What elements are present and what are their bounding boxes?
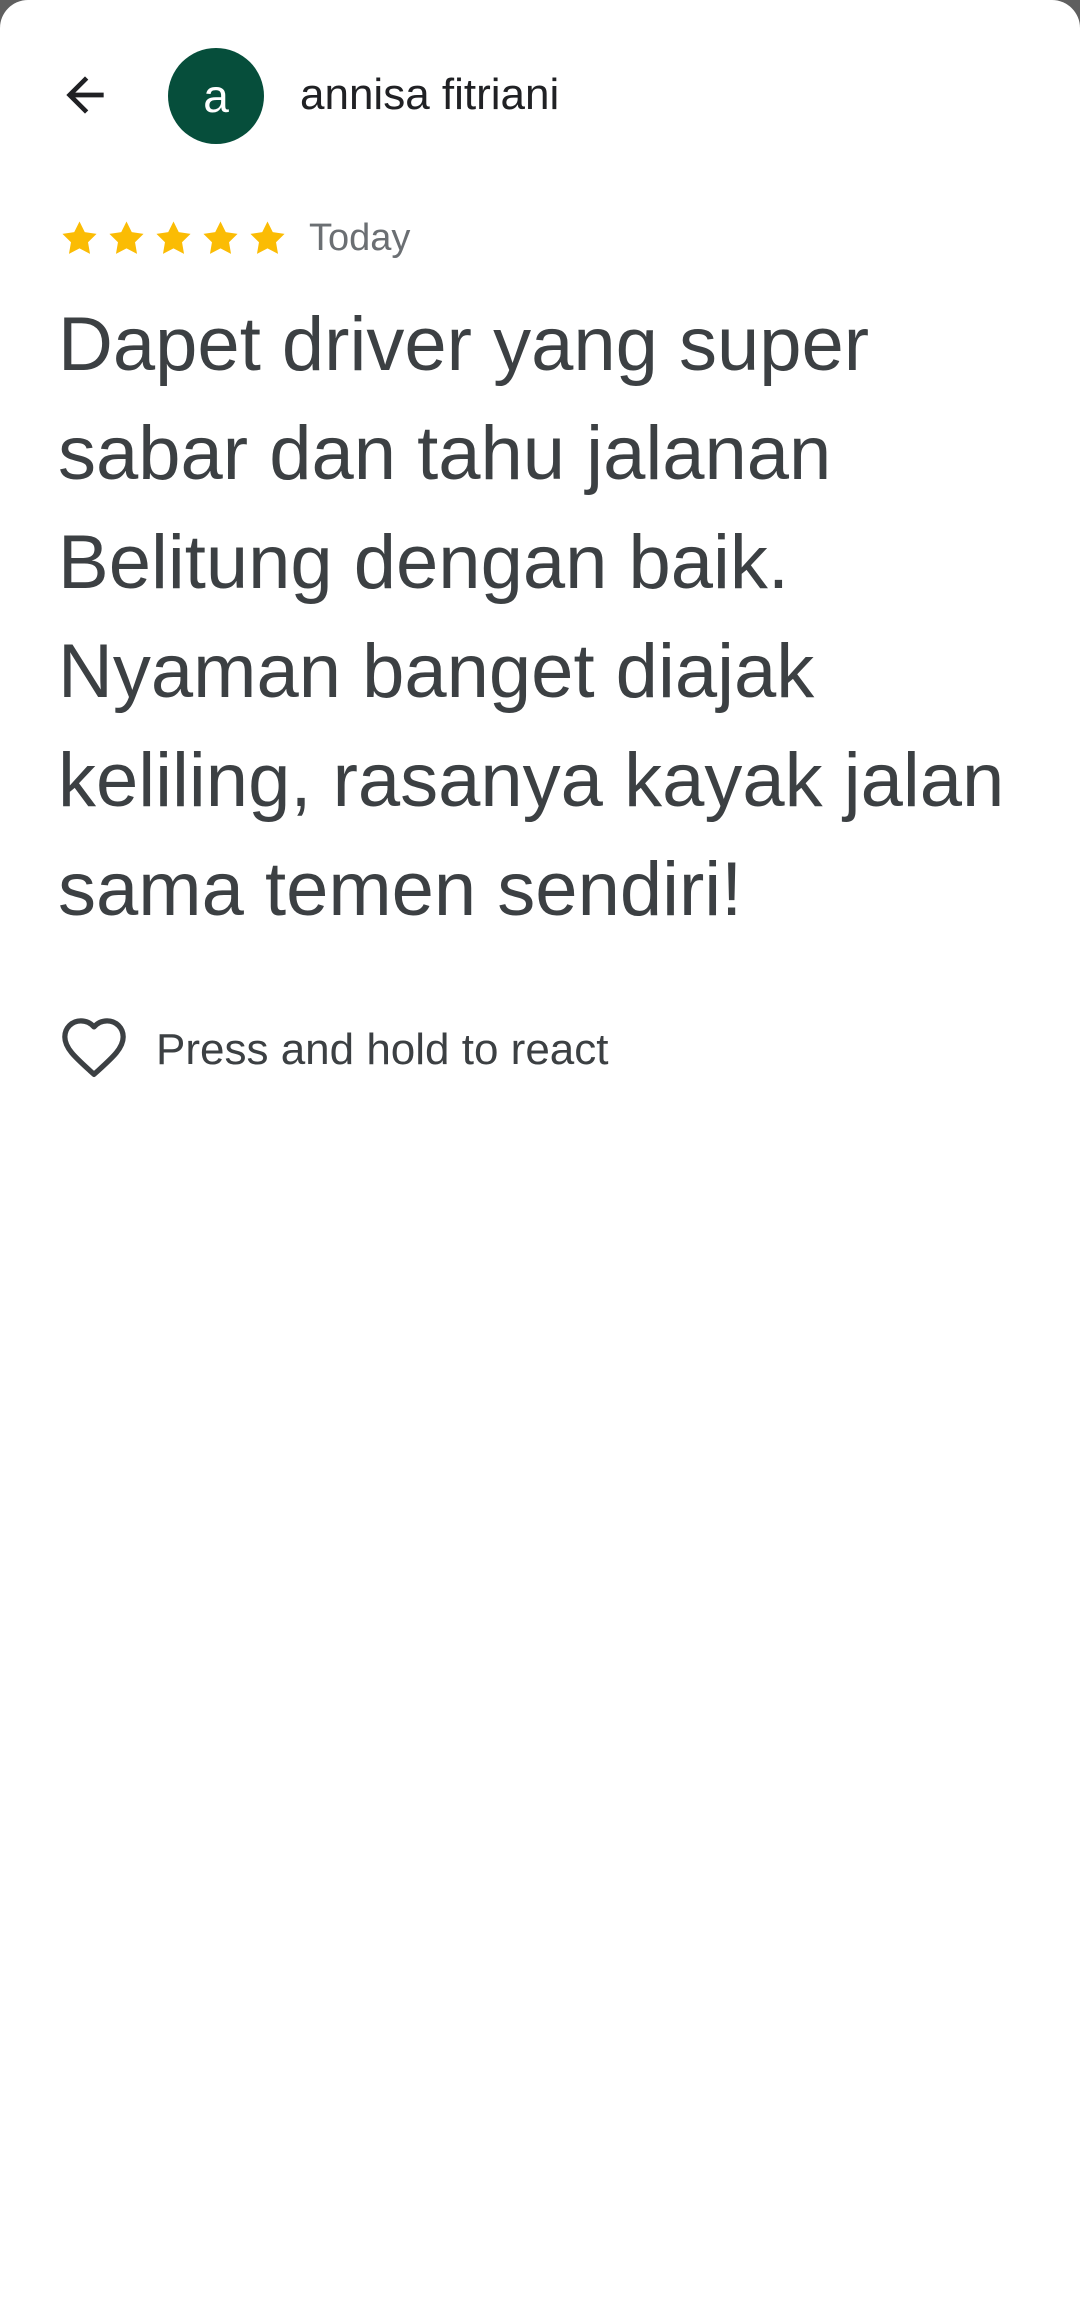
star-icon [109, 220, 144, 254]
review-date: Today [309, 217, 411, 259]
arrow-left-icon [66, 76, 104, 114]
heart-outline-icon [58, 1014, 130, 1086]
star-icon [156, 220, 191, 254]
star-icon [62, 220, 97, 254]
review-text: Dapet driver yang super sabar dan tahu j… [58, 302, 1005, 932]
star-rating [58, 217, 289, 260]
react-button[interactable]: Press and hold to react [58, 1016, 608, 1084]
avatar[interactable]: a [168, 48, 264, 144]
header: a annisa fitriani [0, 0, 1080, 190]
back-button[interactable] [38, 48, 132, 142]
rating-row: Today [58, 210, 410, 266]
star-icon [250, 220, 285, 254]
author-name[interactable]: annisa fitriani [300, 66, 559, 124]
star-icon [203, 220, 238, 254]
avatar-initial: a [203, 70, 229, 122]
review-detail-screen: a annisa fitriani Today Dapet driver yan… [0, 0, 1080, 2308]
react-label: Press and hold to react [156, 1025, 609, 1074]
